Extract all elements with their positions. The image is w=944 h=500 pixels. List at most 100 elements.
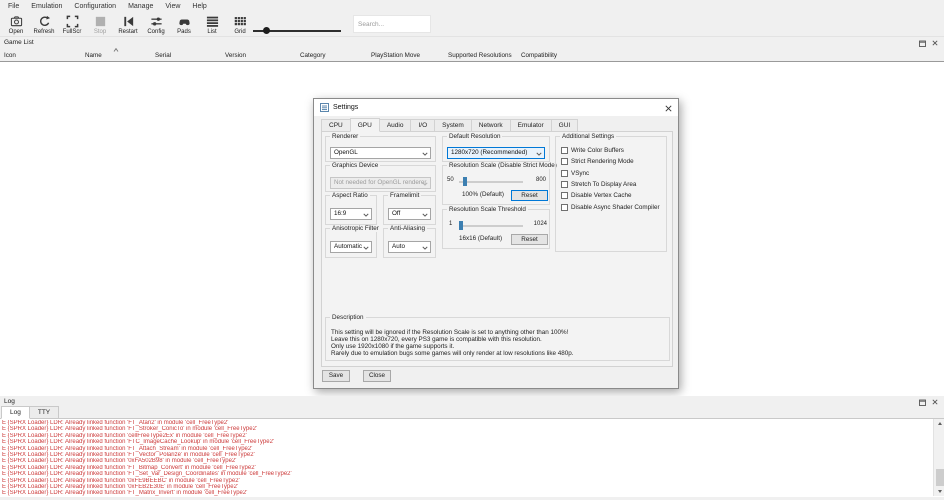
column-header-icon[interactable]: Icon bbox=[0, 48, 81, 62]
open-label: Open bbox=[9, 29, 24, 35]
additional-settings-group: Additional Settings Write Color Buffers … bbox=[555, 136, 667, 252]
log-panel: Log Log TTY E {SPRX Loader} LDR: Already… bbox=[0, 396, 944, 500]
column-header-name[interactable]: Name bbox=[81, 48, 151, 62]
fullscr-label: FullScr bbox=[63, 29, 82, 35]
checkbox-row[interactable]: Disable Async Shader Compiler bbox=[561, 201, 664, 212]
list-view-button[interactable]: List bbox=[198, 13, 226, 36]
save-button[interactable]: Save bbox=[322, 370, 350, 382]
restart-button[interactable]: Restart bbox=[114, 13, 142, 36]
additional-settings-label: Additional Settings bbox=[560, 133, 616, 140]
description-line: Leave this on 1280x720, every PS3 game i… bbox=[331, 336, 665, 343]
checkbox-label: Strict Rendering Mode bbox=[571, 158, 634, 165]
open-button[interactable]: Open bbox=[2, 13, 30, 36]
camera-icon bbox=[10, 15, 23, 28]
search-input[interactable] bbox=[353, 15, 431, 33]
threshold-thumb[interactable] bbox=[459, 221, 463, 230]
checkbox-label: Disable Vertex Cache bbox=[571, 192, 632, 199]
float-panel-icon[interactable] bbox=[918, 398, 927, 406]
checkbox[interactable] bbox=[561, 170, 568, 177]
settings-dialog: Settings CPU GPU Audio I/O System Networ… bbox=[313, 98, 679, 389]
default-resolution-dropdown[interactable]: 1280x720 (Recommended) bbox=[447, 147, 545, 159]
fullscreen-button[interactable]: FullScr bbox=[58, 13, 86, 36]
pads-label: Pads bbox=[177, 29, 191, 35]
checkbox-label: VSync bbox=[571, 170, 589, 177]
refresh-button[interactable]: Refresh bbox=[30, 13, 58, 36]
restart-label: Restart bbox=[118, 29, 137, 35]
column-header-compatibility[interactable]: Compatibility bbox=[517, 48, 944, 62]
log-scrollbar[interactable] bbox=[933, 419, 944, 496]
float-panel-icon[interactable] bbox=[918, 39, 927, 47]
additional-settings-list: Write Color Buffers Strict Rendering Mod… bbox=[561, 145, 664, 213]
gpu-tab-page: Renderer OpenGL Graphics Device Not need… bbox=[321, 131, 673, 367]
close-panel-icon[interactable] bbox=[930, 39, 939, 47]
tab-gpu[interactable]: GPU bbox=[350, 118, 380, 132]
sort-ascending-icon bbox=[113, 48, 119, 52]
checkbox[interactable] bbox=[561, 204, 568, 211]
checkbox-row[interactable]: Strict Rendering Mode bbox=[561, 156, 664, 167]
aspect-ratio-dropdown[interactable]: 16:9 bbox=[330, 208, 372, 220]
rpcs3-window: FileEmulationConfigurationManageViewHelp… bbox=[0, 0, 944, 500]
menu-item[interactable]: Help bbox=[186, 0, 212, 13]
threshold-reset-button[interactable]: Reset bbox=[511, 234, 548, 245]
scrollbar-thumb[interactable] bbox=[936, 469, 944, 486]
slider-knob[interactable] bbox=[263, 27, 270, 34]
column-header-resolutions[interactable]: Supported Resolutions bbox=[444, 48, 517, 62]
settings-icon bbox=[320, 103, 329, 112]
scroll-up-icon[interactable] bbox=[934, 419, 944, 428]
framelimit-group: Framelimit Off bbox=[383, 195, 436, 225]
renderer-dropdown[interactable]: OpenGL bbox=[330, 147, 431, 159]
menu-item[interactable]: Manage bbox=[122, 0, 159, 13]
close-icon[interactable] bbox=[664, 104, 672, 112]
default-resolution-label: Default Resolution bbox=[447, 133, 502, 140]
tab-tty[interactable]: TTY bbox=[29, 406, 59, 419]
menu-item[interactable]: Emulation bbox=[25, 0, 68, 13]
column-header-category[interactable]: Category bbox=[296, 48, 367, 62]
config-button[interactable]: Config bbox=[142, 13, 170, 36]
resolution-scale-thumb[interactable] bbox=[463, 177, 467, 186]
grid-label: Grid bbox=[234, 29, 245, 35]
column-header-psmove[interactable]: PlayStation Move bbox=[367, 48, 444, 62]
checkbox-row[interactable]: Disable Vertex Cache bbox=[561, 190, 664, 201]
scale-min-label: 50 bbox=[447, 177, 454, 183]
checkbox[interactable] bbox=[561, 181, 568, 188]
checkbox[interactable] bbox=[561, 147, 568, 154]
menu-item[interactable]: Configuration bbox=[68, 0, 122, 13]
checkbox[interactable] bbox=[561, 158, 568, 165]
scroll-down-icon[interactable] bbox=[934, 487, 944, 496]
grid-view-button[interactable]: Grid bbox=[226, 13, 254, 36]
icon-size-slider[interactable] bbox=[253, 24, 343, 36]
checkbox[interactable] bbox=[561, 192, 568, 199]
close-panel-icon[interactable] bbox=[930, 398, 939, 406]
dialog-titlebar[interactable]: Settings bbox=[314, 99, 678, 116]
refresh-label: Refresh bbox=[33, 29, 54, 35]
chevron-down-icon bbox=[422, 213, 428, 217]
close-button[interactable]: Close bbox=[363, 370, 391, 382]
tab-log[interactable]: Log bbox=[1, 406, 30, 419]
resolution-scale-threshold-group: Resolution Scale Threshold 1 1024 16x16 … bbox=[442, 209, 550, 249]
framelimit-dropdown[interactable]: Off bbox=[388, 208, 431, 220]
menu-item[interactable]: View bbox=[159, 0, 186, 13]
resolution-scale-slider[interactable] bbox=[459, 181, 523, 183]
checkbox-row[interactable]: Stretch To Display Area bbox=[561, 179, 664, 190]
column-header-serial[interactable]: Serial bbox=[151, 48, 221, 62]
anisotropic-filter-label: Anisotropic Filter bbox=[330, 225, 381, 232]
pads-button[interactable]: Pads bbox=[170, 13, 198, 36]
anisotropic-filter-dropdown[interactable]: Automatic bbox=[330, 241, 372, 253]
log-output[interactable]: E {SPRX Loader} LDR: Already linked func… bbox=[0, 418, 944, 497]
stop-button: Stop bbox=[86, 13, 114, 36]
resolution-scale-reset-button[interactable]: Reset bbox=[511, 190, 548, 201]
threshold-max-label: 1024 bbox=[534, 221, 547, 227]
graphics-device-group: Graphics Device Not needed for OpenGL re… bbox=[325, 165, 436, 192]
chevron-down-icon bbox=[422, 152, 428, 156]
checkbox-row[interactable]: VSync bbox=[561, 168, 664, 179]
restart-icon bbox=[122, 15, 135, 28]
resolution-scale-label: Resolution Scale (Disable Strict Mode) bbox=[447, 162, 559, 169]
resolution-scale-threshold-slider[interactable] bbox=[459, 225, 523, 227]
checkbox-row[interactable]: Write Color Buffers bbox=[561, 145, 664, 156]
log-entry: E {SPRX Loader} LDR: Already linked func… bbox=[2, 490, 932, 496]
menu-item[interactable]: File bbox=[2, 0, 25, 13]
checkbox-label: Write Color Buffers bbox=[571, 147, 624, 154]
column-header-version[interactable]: Version bbox=[221, 48, 296, 62]
default-resolution-group: Default Resolution 1280x720 (Recommended… bbox=[442, 136, 550, 162]
anti-aliasing-dropdown[interactable]: Auto bbox=[388, 241, 431, 253]
